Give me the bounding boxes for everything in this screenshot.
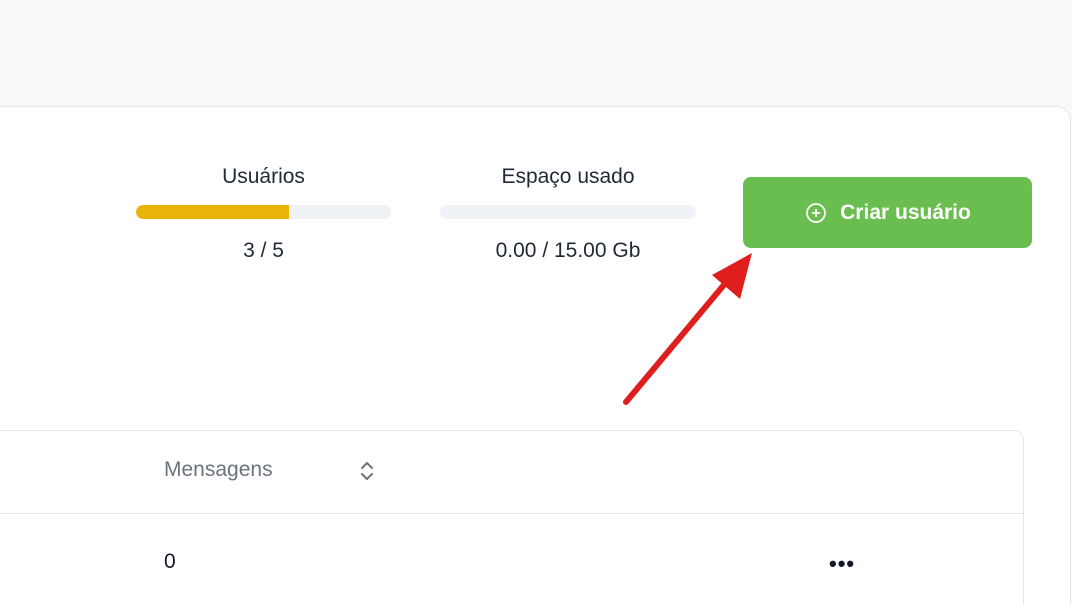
storage-stat-value: 0.00 / 15.00 Gb — [495, 239, 641, 262]
table-header: Mensagens — [0, 431, 1023, 514]
users-stat-value: 3 / 5 — [243, 239, 284, 262]
storage-stat-label: Espaço usado — [501, 165, 635, 188]
users-stat: Usuários — [136, 165, 391, 189]
more-horizontal-icon[interactable]: ••• — [829, 553, 855, 575]
users-stat-value-wrap: 3 / 5 — [136, 239, 391, 263]
storage-stat: Espaço usado — [440, 165, 696, 189]
storage-stat-value-wrap: 0.00 / 15.00 Gb — [440, 239, 696, 263]
cell-mensagens: 0 — [164, 550, 176, 573]
column-header-mensagens[interactable]: Mensagens — [164, 458, 273, 482]
create-user-label: Criar usuário — [840, 200, 971, 224]
users-progress-fill — [136, 205, 289, 219]
users-progress-bar — [136, 205, 391, 219]
sort-icon[interactable] — [357, 458, 377, 484]
users-table: Mensagens 0 ••• — [0, 430, 1024, 605]
page: Usuários 3 / 5 Espaço usado 0.00 / 15.00… — [0, 0, 1072, 605]
storage-progress-bar — [440, 205, 696, 219]
create-user-button[interactable]: Criar usuário — [743, 177, 1032, 248]
plus-circle-icon — [806, 202, 827, 223]
users-stat-label: Usuários — [222, 165, 305, 188]
